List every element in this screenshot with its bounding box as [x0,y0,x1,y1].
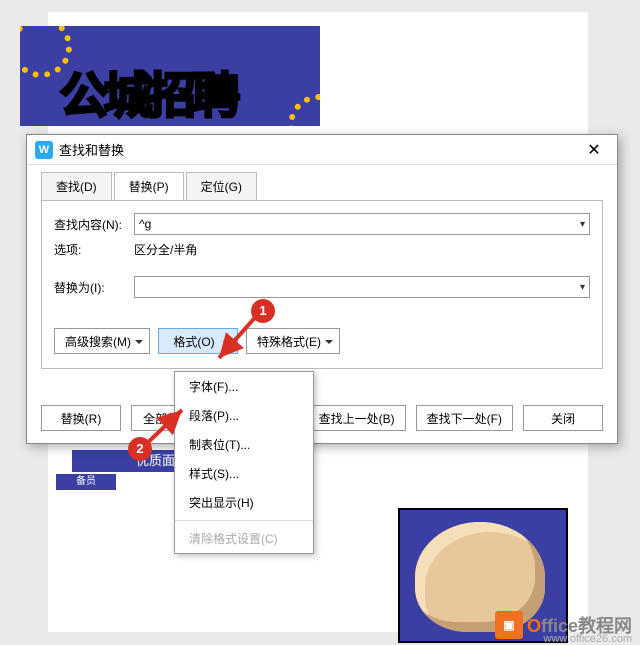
menu-separator [175,520,313,521]
callout-1: 1 [251,299,275,323]
dialog-title: 查找和替换 [59,140,579,159]
footer-right-buttons: 查找上一处(B) 查找下一处(F) 关闭 [294,405,617,443]
close-icon[interactable]: ✕ [579,140,609,160]
callout-2: 2 [128,437,152,461]
background-banner-image: 公城招聘 [20,26,320,126]
tab-strip: 查找(D) 替换(P) 定位(G) [27,165,617,200]
find-next-button[interactable]: 查找下一处(F) [416,405,513,431]
app-icon: W [35,141,53,159]
chevron-down-icon[interactable]: ▾ [580,282,585,293]
advanced-search-button[interactable]: 高级搜索(M) [54,328,150,354]
background-strip-2: 备员 [56,474,116,490]
find-value: ^g [139,217,151,231]
options-label: 选项: [54,241,134,258]
tab-replace[interactable]: 替换(P) [114,172,184,201]
menu-item-clear-format: 清除格式设置(C) [175,524,313,553]
watermark-text: Office教程网 [527,612,632,638]
dialog-titlebar: W 查找和替换 ✕ [27,135,617,165]
tab-find[interactable]: 查找(D) [41,172,112,201]
middle-button-row: 高级搜索(M) 格式(O) 特殊格式(E) [54,328,590,354]
find-prev-button[interactable]: 查找上一处(B) [308,405,406,431]
banner-text: 公城招聘 [60,56,236,126]
replace-button[interactable]: 替换(R) [41,405,121,431]
bg-number: 3 [162,484,168,496]
watermark-logo: ▣ Office教程网 [495,611,632,639]
tab-goto[interactable]: 定位(G) [186,172,257,201]
chevron-down-icon[interactable]: ▾ [580,219,585,230]
menu-item-style[interactable]: 样式(S)... [175,459,313,488]
find-label: 查找内容(N): [54,216,134,233]
find-replace-dialog: W 查找和替换 ✕ 查找(D) 替换(P) 定位(G) 查找内容(N): ^g … [26,134,618,444]
close-button[interactable]: 关闭 [523,405,603,431]
options-value: 区分全/半角 [134,241,197,258]
find-input[interactable]: ^g ▾ [134,213,590,235]
replace-label: 替换为(I): [54,279,134,296]
dialog-panel: 查找内容(N): ^g ▾ 选项: 区分全/半角 替换为(I): ▾ 高级搜索(… [41,200,603,369]
menu-item-font[interactable]: 字体(F)... [175,372,313,401]
replace-input[interactable]: ▾ [134,276,590,298]
office-logo-icon: ▣ [495,611,523,639]
menu-item-highlight[interactable]: 突出显示(H) [175,488,313,517]
